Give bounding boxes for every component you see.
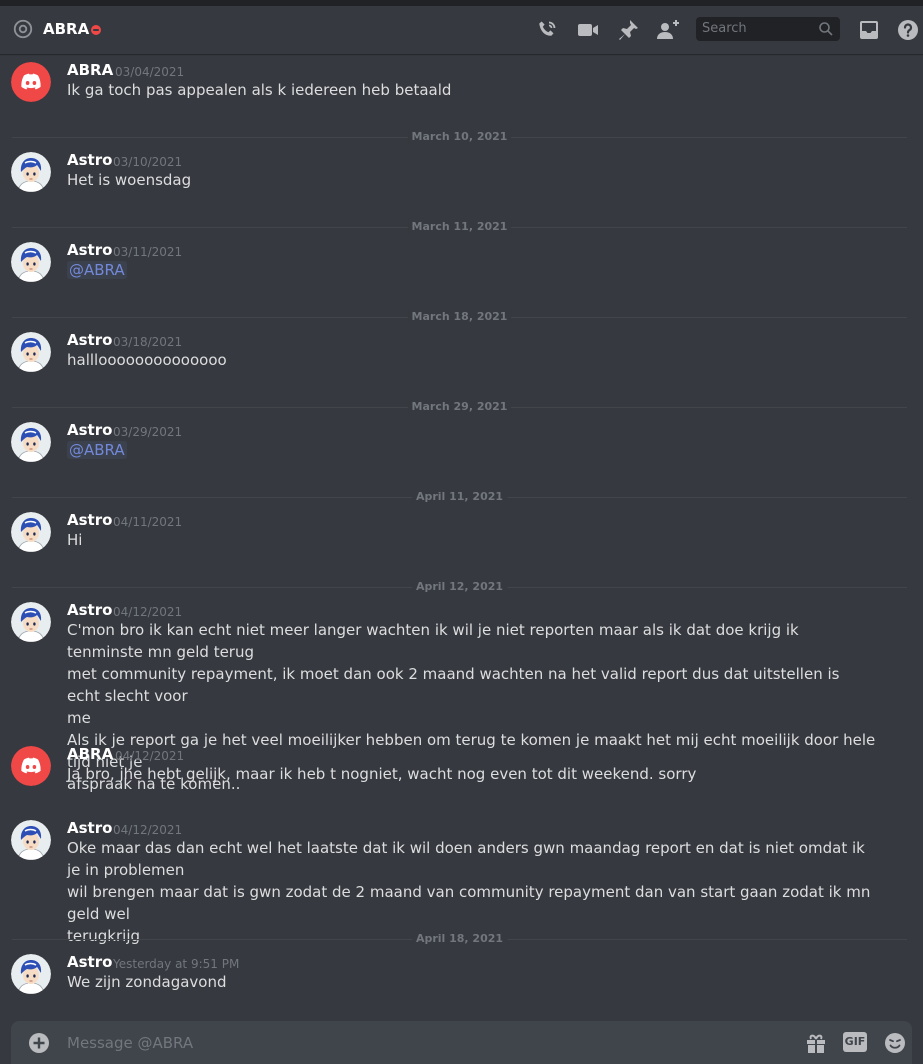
user-mention[interactable]: @ABRA (67, 441, 127, 459)
message-line: me (67, 709, 91, 727)
message-line: Het is woensdag (67, 171, 192, 189)
dnd-status-icon (91, 25, 101, 35)
message-input[interactable]: Message @ABRA (67, 1032, 193, 1054)
astro-avatar[interactable] (11, 332, 51, 372)
date-divider-label: March 18, 2021 (407, 309, 512, 325)
message-text: Het is woensdag (67, 169, 877, 191)
message-author[interactable]: Astro (67, 151, 112, 169)
help-icon[interactable] (896, 18, 920, 42)
astro-avatar[interactable] (11, 820, 51, 860)
message-line: hallloooooooooooooo (67, 351, 227, 369)
pin-icon[interactable] (616, 18, 640, 42)
call-icon[interactable] (535, 18, 559, 42)
message-author[interactable]: Astro (67, 819, 112, 837)
message-composer[interactable]: Message @ABRA GIF (11, 1021, 912, 1064)
channel-title: ABRA (43, 20, 90, 38)
message-line: @ABRA (67, 439, 877, 461)
message-line: met community repayment, ik moet dan ook… (67, 665, 840, 705)
message-text: @ABRA (67, 439, 877, 461)
user-mention[interactable]: @ABRA (67, 261, 127, 279)
date-divider-label: April 12, 2021 (411, 579, 508, 595)
date-divider-label: March 10, 2021 (407, 129, 512, 145)
astro-avatar[interactable] (11, 242, 51, 282)
message-author[interactable]: ABRA (67, 61, 113, 79)
astro-avatar[interactable] (11, 152, 51, 192)
message-line: Hi (67, 531, 83, 549)
emoji-icon[interactable] (883, 1031, 907, 1055)
message-text: Hi (67, 529, 877, 551)
add-friend-icon[interactable] (656, 18, 680, 42)
video-icon[interactable] (576, 18, 600, 42)
message-line: Oke maar das dan echt wel het laatste da… (67, 839, 865, 879)
date-divider: March 18, 2021 (12, 309, 907, 325)
search-icon[interactable] (818, 21, 834, 37)
discord-logo-avatar[interactable] (11, 746, 51, 786)
astro-avatar[interactable] (11, 602, 51, 642)
astro-avatar[interactable] (11, 512, 51, 552)
message-author[interactable]: Astro (67, 421, 112, 439)
message-author[interactable]: Astro (67, 241, 112, 259)
date-divider-label: April 18, 2021 (411, 931, 508, 947)
astro-avatar[interactable] (11, 954, 51, 994)
message-text: @ABRA (67, 259, 877, 281)
date-divider-label: March 11, 2021 (407, 219, 512, 235)
inbox-icon[interactable] (857, 18, 881, 42)
date-divider: April 18, 2021 (12, 931, 907, 947)
message-text: Ja bro, jhe hebt gelijk, maar ik heb t n… (67, 763, 877, 785)
message-line: Ja bro, jhe hebt gelijk, maar ik heb t n… (67, 765, 697, 783)
date-divider: March 29, 2021 (12, 399, 907, 415)
message-author[interactable]: Astro (67, 331, 112, 349)
message-text: hallloooooooooooooo (67, 349, 877, 371)
at-icon (13, 19, 33, 39)
message-author[interactable]: Astro (67, 601, 112, 619)
date-divider: April 12, 2021 (12, 579, 907, 595)
add-icon[interactable] (27, 1031, 51, 1055)
message-line: wil brengen maar dat is gwn zodat de 2 m… (67, 883, 871, 923)
gift-icon[interactable] (804, 1031, 828, 1055)
message-author[interactable]: Astro (67, 953, 112, 971)
message-line: We zijn zondagavond (67, 973, 227, 991)
discord-logo-avatar[interactable] (11, 62, 51, 102)
date-divider: April 11, 2021 (12, 489, 907, 505)
message-author[interactable]: Astro (67, 511, 112, 529)
message-list[interactable]: ABRA 03/04/2021 Ik ga toch pas appealen al… (0, 56, 923, 1020)
date-divider-label: March 29, 2021 (407, 399, 512, 415)
message-author[interactable]: ABRA (67, 745, 113, 763)
date-divider-label: April 11, 2021 (411, 489, 508, 505)
message-line: Ik ga toch pas appealen als k iedereen h… (67, 81, 452, 99)
message-text: We zijn zondagavond (67, 971, 877, 993)
date-divider: March 11, 2021 (12, 219, 907, 235)
search-input[interactable]: Search (702, 20, 747, 38)
message-line: @ABRA (67, 259, 877, 281)
date-divider: March 10, 2021 (12, 129, 907, 145)
gif-button[interactable]: GIF (843, 1032, 867, 1052)
message-line: C'mon bro ik kan echt niet meer langer w… (67, 621, 799, 661)
search-bar[interactable]: Search (696, 17, 840, 41)
channel-header: ABRA Search (0, 6, 923, 54)
message-text: Ik ga toch pas appealen als k iedereen h… (67, 79, 877, 101)
astro-avatar[interactable] (11, 422, 51, 462)
